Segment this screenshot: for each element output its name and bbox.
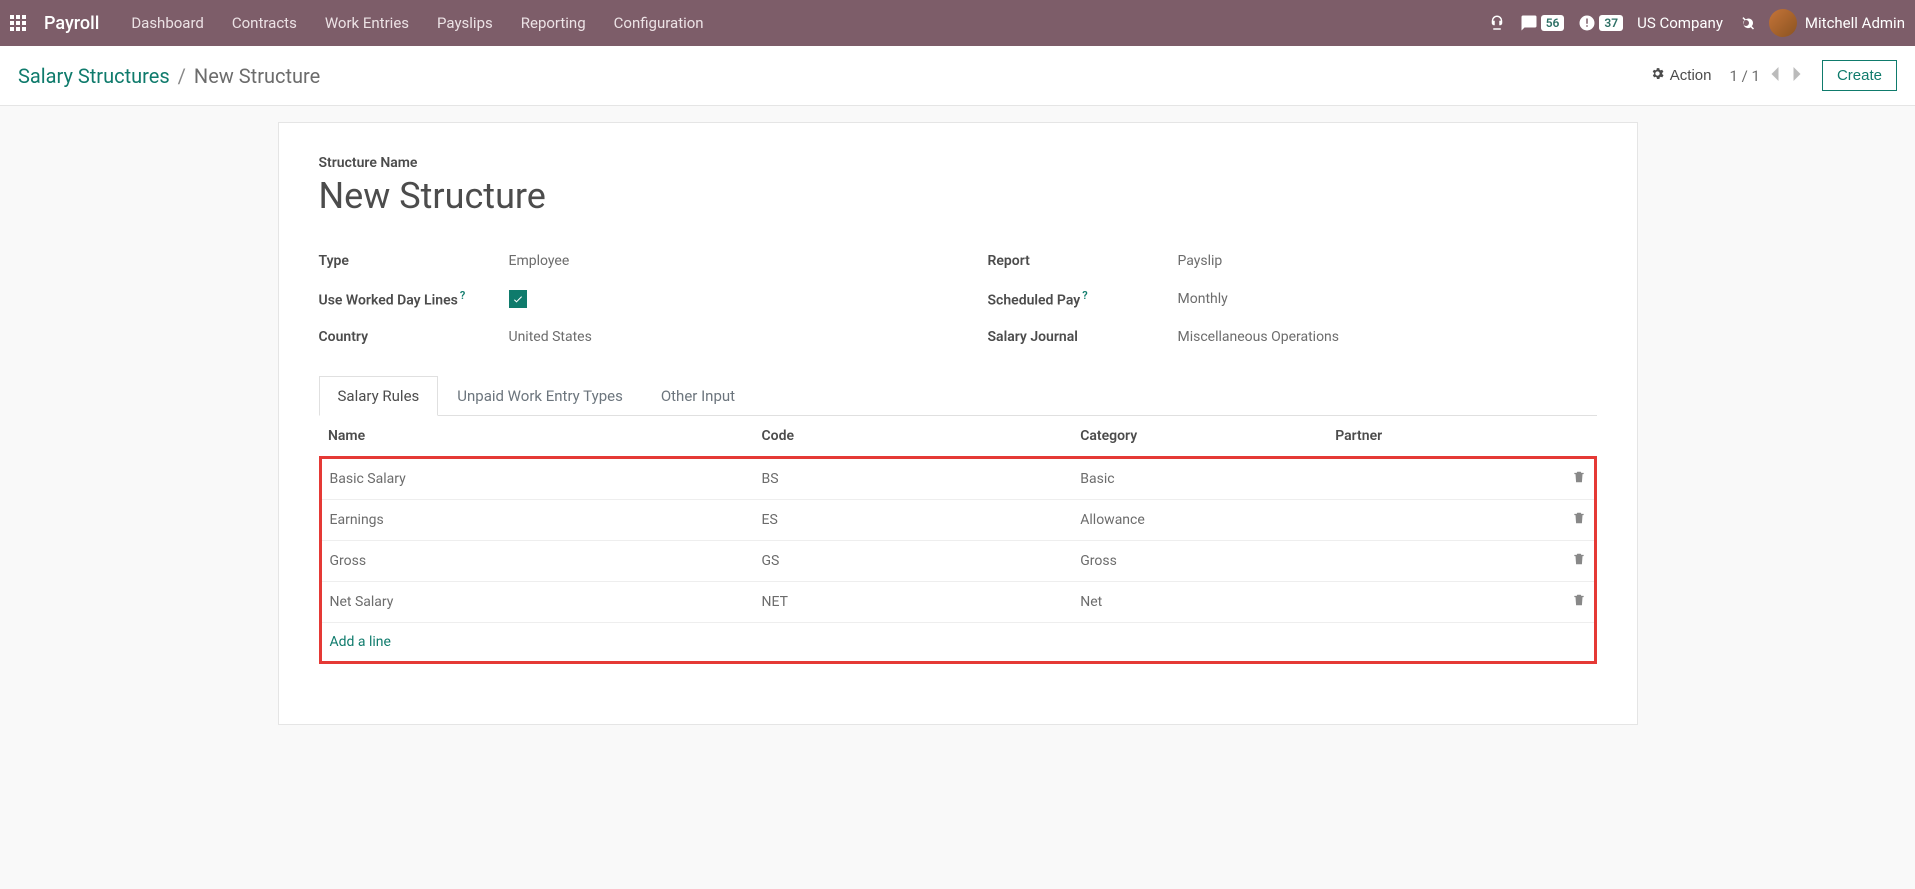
help-icon[interactable]: ? — [1082, 289, 1087, 302]
control-bar: Salary Structures / New Structure Action… — [0, 46, 1915, 106]
cell-category: Allowance — [1072, 499, 1327, 540]
user-menu[interactable]: Mitchell Admin — [1769, 9, 1905, 37]
nav-item-work-entries[interactable]: Work Entries — [325, 14, 409, 32]
structure-name-label: Structure Name — [319, 155, 1597, 171]
cell-category: Basic — [1072, 457, 1327, 499]
breadcrumb-separator: / — [178, 64, 186, 88]
delete-row-button[interactable] — [1544, 499, 1595, 540]
user-name: Mitchell Admin — [1805, 14, 1905, 32]
cell-name: Basic Salary — [320, 457, 754, 499]
nav-item-configuration[interactable]: Configuration — [614, 14, 704, 32]
field-country-label: Country — [319, 329, 509, 345]
field-salary-journal-label: Salary Journal — [988, 329, 1178, 345]
delete-row-button[interactable] — [1544, 581, 1595, 622]
field-country-value[interactable]: United States — [509, 329, 592, 345]
table-row[interactable]: Gross GS Gross — [320, 540, 1595, 581]
use-worked-day-lines-checkbox[interactable] — [509, 290, 527, 308]
column-header-name[interactable]: Name — [320, 416, 754, 458]
field-report: Report Payslip — [988, 243, 1597, 279]
field-scheduled-pay-value[interactable]: Monthly — [1178, 291, 1228, 307]
breadcrumb-current: New Structure — [194, 64, 320, 88]
field-salary-journal: Salary Journal Miscellaneous Operations — [988, 319, 1597, 355]
action-button-label: Action — [1670, 67, 1712, 84]
field-country: Country United States — [319, 319, 928, 355]
cell-category: Net — [1072, 581, 1327, 622]
cell-code: GS — [754, 540, 1073, 581]
cell-partner — [1327, 499, 1544, 540]
cell-name: Earnings — [320, 499, 754, 540]
form-sheet: Structure Name New Structure Type Employ… — [278, 122, 1638, 725]
field-salary-journal-value[interactable]: Miscellaneous Operations — [1178, 329, 1340, 345]
activities-icon[interactable]: 37 — [1578, 14, 1623, 32]
pager: 1 / 1 — [1729, 65, 1804, 86]
column-header-code[interactable]: Code — [754, 416, 1073, 458]
cell-category: Gross — [1072, 540, 1327, 581]
discuss-icon[interactable]: 56 — [1520, 14, 1565, 32]
app-title[interactable]: Payroll — [44, 13, 99, 34]
column-header-category[interactable]: Category — [1072, 416, 1327, 458]
tab-other-input[interactable]: Other Input — [642, 376, 754, 416]
nav-item-dashboard[interactable]: Dashboard — [131, 14, 204, 32]
add-line-button[interactable]: Add a line — [330, 634, 391, 650]
breadcrumb: Salary Structures / New Structure — [18, 64, 320, 88]
debug-icon[interactable] — [1737, 14, 1755, 32]
delete-row-button[interactable] — [1544, 457, 1595, 499]
user-avatar-icon — [1769, 9, 1797, 37]
activities-badge-count: 37 — [1599, 15, 1623, 31]
field-scheduled-pay: Scheduled Pay? Monthly — [988, 279, 1597, 319]
discuss-badge-count: 56 — [1541, 15, 1565, 31]
gear-icon — [1650, 66, 1665, 85]
notebook-tabs: Salary Rules Unpaid Work Entry Types Oth… — [319, 375, 1597, 416]
cell-partner — [1327, 457, 1544, 499]
help-icon[interactable]: ? — [460, 289, 465, 302]
field-report-label: Report — [988, 253, 1178, 269]
cell-partner — [1327, 540, 1544, 581]
cell-code: ES — [754, 499, 1073, 540]
cell-code: NET — [754, 581, 1073, 622]
add-line-row: Add a line — [320, 622, 1595, 662]
breadcrumb-root[interactable]: Salary Structures — [18, 64, 170, 88]
structure-name-value[interactable]: New Structure — [319, 175, 1597, 217]
table-row[interactable]: Earnings ES Allowance — [320, 499, 1595, 540]
delete-row-button[interactable] — [1544, 540, 1595, 581]
table-row[interactable]: Basic Salary BS Basic — [320, 457, 1595, 499]
pager-text[interactable]: 1 / 1 — [1729, 67, 1760, 85]
field-type-label: Type — [319, 253, 509, 269]
field-report-value[interactable]: Payslip — [1178, 253, 1223, 269]
support-icon[interactable] — [1488, 14, 1506, 32]
cell-partner — [1327, 581, 1544, 622]
salary-rules-table: Name Code Category Partner Basic Salary … — [319, 416, 1597, 664]
pager-prev-icon[interactable] — [1768, 65, 1782, 86]
nav-item-reporting[interactable]: Reporting — [521, 14, 586, 32]
cell-code: BS — [754, 457, 1073, 499]
field-type: Type Employee — [319, 243, 928, 279]
cell-name: Net Salary — [320, 581, 754, 622]
tab-salary-rules[interactable]: Salary Rules — [319, 376, 439, 416]
table-row[interactable]: Net Salary NET Net — [320, 581, 1595, 622]
field-type-value[interactable]: Employee — [509, 253, 570, 269]
pager-next-icon[interactable] — [1790, 65, 1804, 86]
cell-name: Gross — [320, 540, 754, 581]
nav-item-payslips[interactable]: Payslips — [437, 14, 493, 32]
top-navigation-bar: Payroll Dashboard Contracts Work Entries… — [0, 0, 1915, 46]
field-use-worked-day-lines-label: Use Worked Day Lines? — [319, 289, 509, 309]
create-button[interactable]: Create — [1822, 60, 1897, 91]
column-header-partner[interactable]: Partner — [1327, 416, 1544, 458]
highlighted-rules-area: Basic Salary BS Basic Earnings ES Allowa… — [320, 457, 1595, 662]
apps-launcher-icon[interactable] — [10, 15, 26, 31]
nav-item-contracts[interactable]: Contracts — [232, 14, 297, 32]
action-button[interactable]: Action — [1650, 66, 1712, 85]
field-scheduled-pay-label: Scheduled Pay? — [988, 289, 1178, 309]
company-selector[interactable]: US Company — [1637, 14, 1723, 32]
field-use-worked-day-lines: Use Worked Day Lines? — [319, 279, 928, 319]
tab-unpaid-work-entry-types[interactable]: Unpaid Work Entry Types — [438, 376, 642, 416]
